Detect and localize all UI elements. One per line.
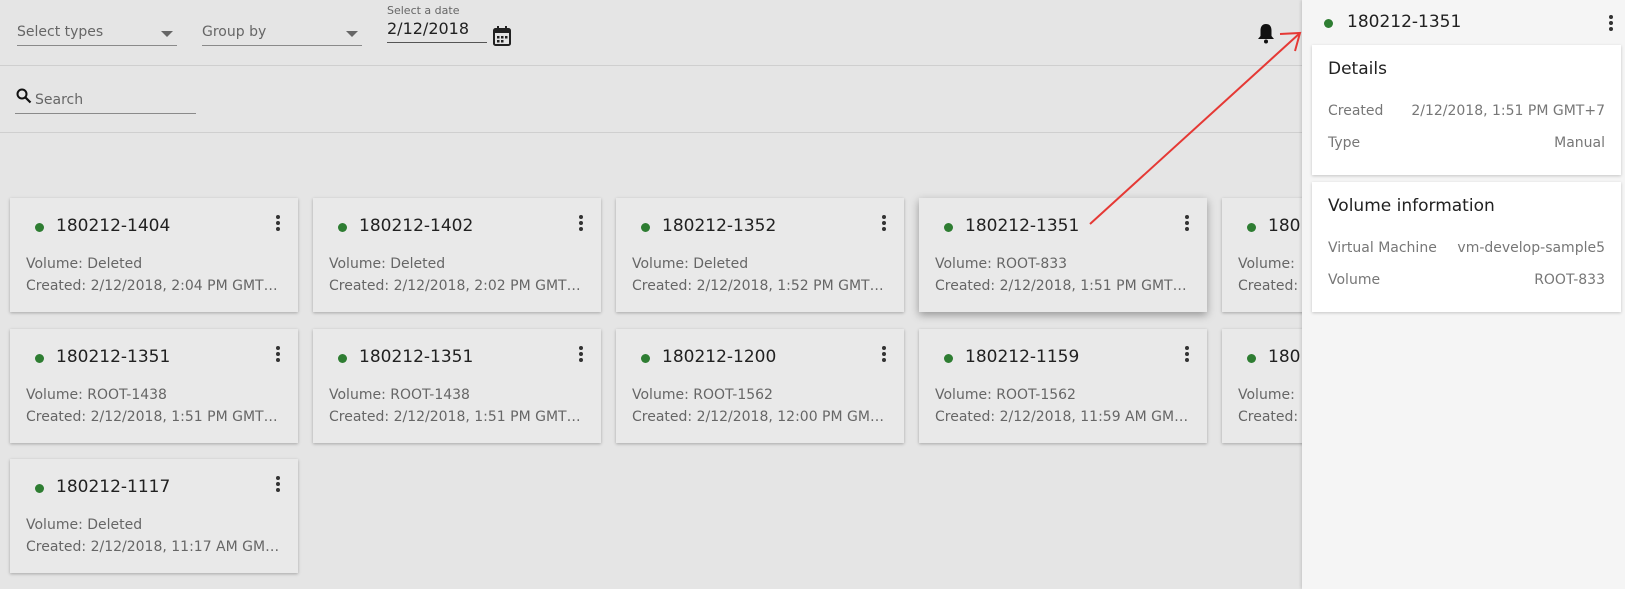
status-dot: [944, 223, 953, 232]
card-title: 180212-1351: [56, 347, 171, 367]
search-input[interactable]: Search: [35, 92, 83, 108]
snapshot-card[interactable]: 180212-1200 Volume: ROOT-1562 Created: 2…: [616, 329, 904, 443]
card-created: Created: 2/12/2018, 11:17 AM GMT+7: [26, 539, 284, 555]
card-volume: Volume: ROOT-1438: [26, 387, 167, 403]
card-created: Created:: [1238, 278, 1299, 294]
card-volume: Volume: Deleted: [26, 256, 143, 272]
search-icon: [16, 88, 32, 104]
card-title: 180212-1402: [359, 216, 474, 236]
detail-sidebar: 180212-1351 Details Created 2/12/2018, 1…: [1302, 0, 1625, 589]
detail-header: 180212-1351: [1302, 0, 1625, 44]
snapshot-card[interactable]: 180212-1351 Volume: ROOT-1438 Created: 2…: [10, 329, 298, 443]
card-title: 180212-1404: [56, 216, 171, 236]
vm-value: vm-develop-sample5: [1457, 240, 1605, 256]
card-title: 180212-1352: [662, 216, 777, 236]
vm-label: Virtual Machine: [1328, 240, 1437, 256]
status-dot: [1247, 354, 1256, 363]
created-value: 2/12/2018, 1:51 PM GMT+7: [1411, 103, 1605, 119]
date-input[interactable]: 2/12/2018: [387, 19, 487, 43]
status-dot: [35, 354, 44, 363]
snapshot-card[interactable]: 180212-1117 Volume: Deleted Created: 2/1…: [10, 459, 298, 573]
status-dot: [35, 223, 44, 232]
card-volume: Volume: Deleted: [329, 256, 446, 272]
card-created: Created: 2/12/2018, 1:51 PM GMT+7: [935, 278, 1193, 294]
type-label: Type: [1328, 135, 1361, 151]
snapshot-card[interactable]: 180212-1402 Volume: Deleted Created: 2/1…: [313, 198, 601, 312]
filter-toolbar: Select types Group by Select a date 2/12…: [0, 0, 1302, 66]
chevron-down-icon: [161, 31, 173, 37]
search-bar: Search: [0, 66, 1302, 133]
bell-icon[interactable]: [1257, 22, 1275, 44]
snapshot-card[interactable]: 180212-1404 Volume: Deleted Created: 2/1…: [10, 198, 298, 312]
snapshot-card-selected[interactable]: 180212-1351 Volume: ROOT-833 Created: 2/…: [919, 198, 1207, 312]
volume-value: ROOT-833: [1534, 272, 1605, 288]
status-dot: [338, 354, 347, 363]
volume-label: Volume: [1328, 272, 1381, 288]
snapshot-card[interactable]: 180212-1352 Volume: Deleted Created: 2/1…: [616, 198, 904, 312]
more-vert-icon[interactable]: [1185, 215, 1189, 233]
created-label: Created: [1328, 103, 1384, 119]
status-dot: [641, 354, 650, 363]
status-dot: [1247, 223, 1256, 232]
card-created: Created: 2/12/2018, 1:51 PM GMT+7: [329, 409, 587, 425]
card-title: 180: [1268, 347, 1301, 367]
card-title: 180212-1159: [965, 347, 1080, 367]
card-title: 180212-1200: [662, 347, 777, 367]
detail-title: 180212-1351: [1347, 12, 1462, 32]
snapshot-card[interactable]: 180 Volume: Created:: [1222, 198, 1302, 312]
chevron-down-icon: [346, 31, 358, 37]
card-title: 180212-1351: [965, 216, 1080, 236]
snapshot-grid: 180212-1404 Volume: Deleted Created: 2/1…: [0, 133, 1302, 589]
group-by-dropdown[interactable]: Group by: [202, 20, 362, 46]
more-vert-icon[interactable]: [276, 215, 280, 233]
group-by-label: Group by: [202, 24, 267, 40]
card-created: Created:: [1238, 409, 1299, 425]
type-value: Manual: [1554, 135, 1605, 151]
details-heading: Details: [1328, 59, 1387, 79]
more-vert-icon[interactable]: [1609, 15, 1613, 33]
more-vert-icon[interactable]: [1185, 346, 1189, 364]
search-field[interactable]: Search: [15, 86, 196, 114]
more-vert-icon[interactable]: [882, 346, 886, 364]
card-created: Created: 2/12/2018, 12:00 PM GMT+7: [632, 409, 890, 425]
more-vert-icon[interactable]: [579, 215, 583, 233]
status-dot: [944, 354, 953, 363]
status-dot: [641, 223, 650, 232]
card-title: 180: [1268, 216, 1301, 236]
more-vert-icon[interactable]: [579, 346, 583, 364]
details-card: Details Created 2/12/2018, 1:51 PM GMT+7…: [1312, 45, 1621, 175]
card-volume: Volume: ROOT-1562: [935, 387, 1076, 403]
card-volume: Volume:: [1238, 256, 1295, 272]
more-vert-icon[interactable]: [276, 476, 280, 494]
snapshot-card[interactable]: 180212-1159 Volume: ROOT-1562 Created: 2…: [919, 329, 1207, 443]
card-volume: Volume: Deleted: [632, 256, 749, 272]
select-types-dropdown[interactable]: Select types: [17, 20, 177, 46]
more-vert-icon[interactable]: [276, 346, 280, 364]
card-title: 180212-1351: [359, 347, 474, 367]
more-vert-icon[interactable]: [882, 215, 886, 233]
select-types-label: Select types: [17, 24, 104, 40]
card-volume: Volume: Deleted: [26, 517, 143, 533]
volume-info-card: Volume information Virtual Machine vm-de…: [1312, 182, 1621, 312]
card-created: Created: 2/12/2018, 2:04 PM GMT+7: [26, 278, 284, 294]
date-label: Select a date: [387, 4, 460, 17]
snapshot-card[interactable]: 180 Volume: Created:: [1222, 329, 1302, 443]
card-title: 180212-1117: [56, 477, 171, 497]
card-volume: Volume: ROOT-1438: [329, 387, 470, 403]
calendar-icon[interactable]: [493, 26, 511, 46]
card-created: Created: 2/12/2018, 1:51 PM GMT+7: [26, 409, 284, 425]
volume-info-heading: Volume information: [1328, 196, 1495, 216]
card-volume: Volume:: [1238, 387, 1295, 403]
date-picker: Select a date 2/12/2018: [387, 4, 487, 43]
status-dot: [338, 223, 347, 232]
card-volume: Volume: ROOT-833: [935, 256, 1068, 272]
card-volume: Volume: ROOT-1562: [632, 387, 773, 403]
status-dot: [1324, 19, 1333, 28]
status-dot: [35, 484, 44, 493]
card-created: Created: 2/12/2018, 1:52 PM GMT+7: [632, 278, 890, 294]
snapshot-card[interactable]: 180212-1351 Volume: ROOT-1438 Created: 2…: [313, 329, 601, 443]
card-created: Created: 2/12/2018, 2:02 PM GMT+7: [329, 278, 587, 294]
card-created: Created: 2/12/2018, 11:59 AM GMT+7: [935, 409, 1193, 425]
